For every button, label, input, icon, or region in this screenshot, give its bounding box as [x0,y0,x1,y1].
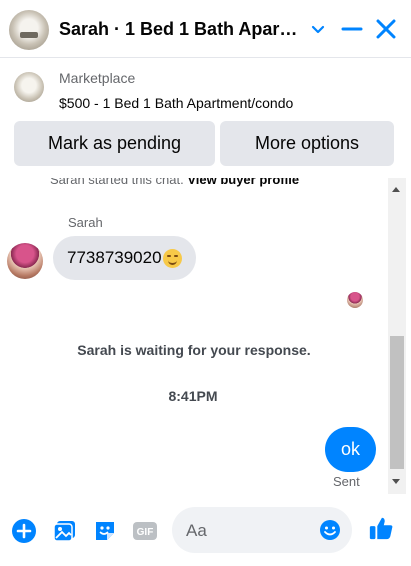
message-timestamp: 8:41PM [168,388,218,404]
close-icon[interactable] [371,14,401,44]
message-thread: Sarah started this chat. View buyer prof… [0,178,388,494]
read-receipt-avatar [347,292,363,308]
sender-name: Sarah [68,215,103,230]
system-message: Sarah started this chat. View buyer prof… [50,178,299,187]
message-input[interactable] [184,517,318,545]
chat-title[interactable]: Sarah · 1 Bed 1 Bath Apartment/condo [59,19,299,40]
incoming-message-text: 7738739020 [67,248,162,267]
photo-icon[interactable] [52,518,78,544]
scroll-down-arrow-icon[interactable] [392,479,400,484]
message-status: Sent [333,474,360,489]
mark-as-pending-button[interactable]: Mark as pending [14,121,215,166]
chevron-down-icon[interactable] [303,14,333,44]
message-composer: GIF [0,494,411,566]
like-icon[interactable] [368,515,396,543]
emoji-icon[interactable] [318,518,342,542]
listing-panel: Marketplace $500 - 1 Bed 1 Bath Apartmen… [0,58,411,178]
system-message-text: Sarah started this chat. [50,178,184,187]
sticker-icon[interactable] [92,518,118,544]
waiting-notice: Sarah is waiting for your response. [77,342,311,358]
listing-thumbnail[interactable] [14,72,44,102]
sender-avatar[interactable] [7,243,43,279]
contact-avatar[interactable] [9,10,49,50]
scrollbar-thumb[interactable] [390,336,404,469]
smiling-emoji-icon [162,248,182,268]
outgoing-message[interactable]: ok [325,427,376,472]
chat-header: Sarah · 1 Bed 1 Bath Apartment/condo [0,0,411,58]
listing-title[interactable]: $500 - 1 Bed 1 Bath Apartment/condo [59,95,293,111]
gif-icon[interactable]: GIF [132,518,158,544]
view-buyer-profile-link[interactable]: View buyer profile [187,178,299,187]
scroll-up-arrow-icon[interactable] [392,187,400,192]
plus-icon[interactable] [11,518,37,544]
svg-text:GIF: GIF [137,527,154,538]
incoming-message[interactable]: 7738739020 [53,236,196,280]
minimize-icon[interactable] [337,14,367,44]
message-input-box[interactable] [172,507,352,553]
more-options-button[interactable]: More options [220,121,394,166]
listing-label: Marketplace [59,70,136,86]
